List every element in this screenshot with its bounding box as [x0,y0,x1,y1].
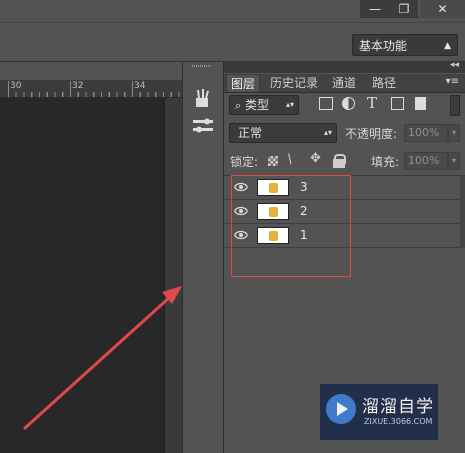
grip-handle[interactable] [192,65,212,67]
tab-paths[interactable]: 路径 [368,74,400,92]
layers-scrollbar[interactable] [460,176,465,248]
play-logo-icon [326,394,356,424]
chevron-updown-icon: ▴▾ [285,100,294,109]
restore-button[interactable]: ❐ [390,0,418,18]
adjust-tool-icon[interactable] [192,117,214,135]
title-bar: — ❐ ✕ [0,0,465,22]
panel-header-strip: ◂◂ [224,60,465,73]
blend-mode-label: 正常 [238,126,263,140]
layer-filter-label: 类型 [245,98,270,112]
blend-mode-select[interactable]: 正常 ▴▾ [229,123,337,143]
filter-toggle[interactable] [450,95,460,116]
search-icon: ⌕ [235,99,242,112]
fill-field[interactable]: 100% [404,152,448,170]
document-canvas[interactable] [0,98,164,453]
watermark-title: 溜溜自学 [362,397,434,417]
fill-dropdown-button[interactable]: ▾ [448,152,460,170]
workspace-select[interactable]: 基本功能 ▲ [352,34,458,56]
ruler-label: 32 [72,81,84,91]
chevron-updown-icon: ▲ [444,41,451,51]
text-filter-icon[interactable]: T [367,94,377,112]
collapsed-panel-column [182,62,224,453]
shape-filter-icon[interactable] [391,97,404,110]
brush-tool-icon[interactable] [194,88,212,108]
minimize-button[interactable]: — [360,0,390,18]
opacity-dropdown-button[interactable]: ▾ [448,124,460,142]
layer-filter-select[interactable]: ⌕ 类型 ▴▾ [229,95,299,115]
lock-transparency-icon[interactable] [268,156,278,166]
watermark-logo: 溜溜自学 ZIXUE.3066.COM [320,384,438,440]
lock-label: 锁定: [230,155,259,169]
vertical-scrollbar[interactable] [164,98,183,453]
tab-layers[interactable]: 图层 [226,74,261,92]
lock-pixels-icon[interactable]: / [285,152,296,167]
ruler-minor-ticks [8,92,182,97]
tab-channels[interactable]: 通道 [328,74,360,92]
opacity-field[interactable]: 100% [404,124,448,142]
opacity-label: 不透明度: [345,127,398,141]
workspace-select-label: 基本功能 [359,39,408,53]
image-filter-icon[interactable] [319,97,333,110]
watermark-url: ZIXUE.3066.COM [364,417,433,426]
adjustment-filter-icon[interactable] [342,97,355,110]
lock-position-icon[interactable]: ✥ [310,151,321,166]
panel-menu-icon[interactable]: ▾≡ [446,76,459,87]
close-button[interactable]: ✕ [420,0,465,18]
ruler-label: 34 [134,81,146,91]
collapse-panels-button[interactable]: ◂◂ [450,60,459,70]
smart-object-filter-icon[interactable] [415,97,426,110]
horizontal-ruler: 30 32 34 [0,80,182,98]
ruler-label: 30 [10,81,22,91]
chevron-updown-icon: ▴▾ [323,128,332,137]
tab-history[interactable]: 历史记录 [266,74,322,92]
fill-label: 填充: [371,155,400,169]
annotation-highlight-box [231,175,351,277]
lock-all-icon-body [333,159,345,168]
